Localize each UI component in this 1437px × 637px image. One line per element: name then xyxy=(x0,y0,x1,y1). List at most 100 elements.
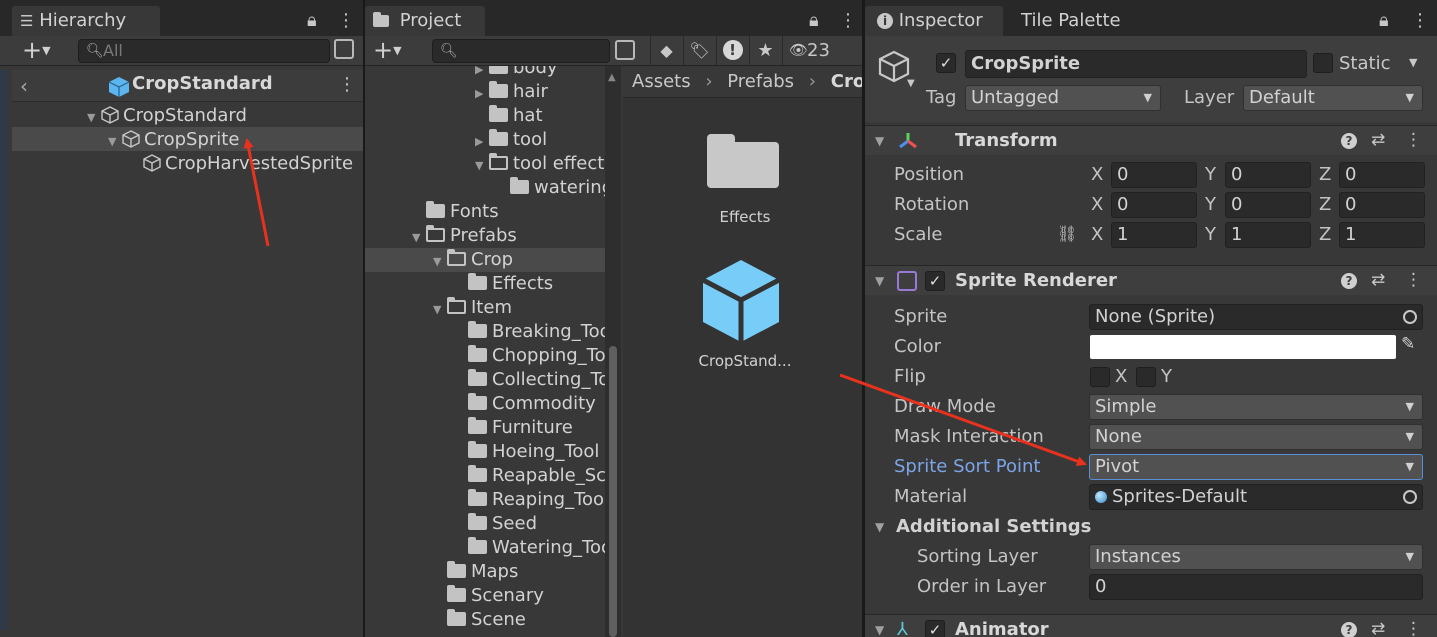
search-options-icon[interactable] xyxy=(615,40,635,60)
console-warning-icon[interactable]: ! xyxy=(716,36,748,65)
transform-position-z-field[interactable]: 0 xyxy=(1339,162,1425,188)
folder-tree-item[interactable]: Collecting_Tool xyxy=(365,368,605,392)
expand-arrow-down-icon[interactable]: ▼ xyxy=(412,226,426,250)
material-object-field[interactable]: Sprites-Default xyxy=(1089,484,1423,510)
filter-by-type-icon[interactable]: ◆ xyxy=(650,36,682,65)
folder-tree-item[interactable]: Reaping_Tool xyxy=(365,488,605,512)
axis-x-label[interactable]: X xyxy=(1091,192,1103,218)
hierarchy-item[interactable]: ▼ CropStandard xyxy=(12,103,363,127)
flip-x-checkbox[interactable] xyxy=(1090,367,1110,387)
foldout-arrow-icon[interactable]: ▼ xyxy=(875,134,884,148)
inspector-tab[interactable]: i Inspector xyxy=(865,6,1003,36)
folder-tree-item[interactable]: watering xyxy=(365,176,605,200)
back-arrow-icon[interactable]: ‹ xyxy=(20,74,28,98)
additional-settings-foldout-icon[interactable]: ▼ xyxy=(875,520,884,534)
folder-tree-item[interactable]: ▼ Prefabs xyxy=(365,224,605,248)
static-checkbox[interactable] xyxy=(1313,53,1333,73)
axis-z-label[interactable]: Z xyxy=(1319,162,1331,188)
folder-tree-item[interactable]: ▼ Crop xyxy=(365,248,605,272)
hierarchy-item[interactable]: CropHarvestedSprite xyxy=(12,151,363,175)
transform-scale-y-field[interactable]: 1 xyxy=(1225,222,1311,248)
animator-header[interactable]: ▼ ⅄ ✓ Animator ? ⇄ ⋮ xyxy=(865,614,1437,637)
sprite-sort-point-dropdown[interactable]: Pivot ▼ xyxy=(1089,454,1423,480)
folder-tree-item[interactable]: Fonts xyxy=(365,200,605,224)
transform-scale-z-field[interactable]: 1 xyxy=(1339,222,1425,248)
flip-y-checkbox[interactable] xyxy=(1136,367,1156,387)
axis-x-label[interactable]: X xyxy=(1091,162,1103,188)
animator-enabled-checkbox[interactable]: ✓ xyxy=(925,620,945,637)
component-menu-icon[interactable]: ⋮ xyxy=(1405,130,1422,150)
folder-tree-item[interactable]: Chopping_Tool xyxy=(365,344,605,368)
project-tab[interactable]: Project xyxy=(365,6,485,36)
folder-tree-item[interactable]: Watering_Tool xyxy=(365,536,605,560)
axis-y-label[interactable]: Y xyxy=(1205,222,1216,248)
sprite-object-field[interactable]: None (Sprite) xyxy=(1089,304,1423,330)
folder-tree-item[interactable]: Breaking_Tool xyxy=(365,320,605,344)
mask-interaction-dropdown[interactable]: None ▼ xyxy=(1089,424,1423,450)
expand-arrow-right-icon[interactable]: ▶ xyxy=(475,130,489,154)
eyedropper-icon[interactable]: ✎ xyxy=(1401,334,1415,354)
expand-arrow-right-icon[interactable]: ▶ xyxy=(475,82,489,106)
component-menu-icon[interactable]: ⋮ xyxy=(1405,619,1422,637)
folder-tree-item[interactable]: Seed xyxy=(365,512,605,536)
folder-tree-item[interactable]: Commodity xyxy=(365,392,605,416)
folder-tree-item[interactable]: ▶ tool xyxy=(365,128,605,152)
folder-tree-item[interactable]: Reapable_Scenery xyxy=(365,464,605,488)
folder-tree-item[interactable]: Effects xyxy=(365,272,605,296)
additional-settings-title[interactable]: Additional Settings xyxy=(896,512,1091,542)
object-picker-icon[interactable] xyxy=(1403,490,1417,504)
folder-tree-item[interactable]: ▶ body xyxy=(365,66,605,80)
tile-palette-tab[interactable]: Tile Palette xyxy=(1013,6,1143,36)
active-checkbox[interactable]: ✓ xyxy=(936,53,956,73)
tag-dropdown[interactable]: Untagged ▼ xyxy=(965,85,1161,111)
favorites-star-icon[interactable]: ★ xyxy=(749,36,781,65)
hierarchy-search-input[interactable]: 🔍︎ All xyxy=(78,39,330,63)
help-icon[interactable]: ? xyxy=(1341,130,1357,150)
breadcrumb-item-prefabs[interactable]: Prefabs xyxy=(727,71,794,92)
folder-tree-item[interactable]: ▼ Item xyxy=(365,296,605,320)
lock-icon[interactable]: 🔒︎ xyxy=(809,10,819,31)
folder-tree-item[interactable]: Scenary xyxy=(365,584,605,608)
transform-scale-x-field[interactable]: 1 xyxy=(1111,222,1197,248)
scroll-up-arrow-icon[interactable]: ▲ xyxy=(608,72,616,83)
transform-rotation-y-field[interactable]: 0 xyxy=(1225,192,1311,218)
icon-dropdown-caret[interactable]: ▼ xyxy=(907,78,915,89)
lock-icon[interactable]: 🔒︎ xyxy=(1379,10,1389,31)
expand-arrow-down-icon[interactable]: ▼ xyxy=(433,250,447,274)
search-options-icon[interactable] xyxy=(334,39,354,59)
static-dropdown-caret[interactable]: ▼ xyxy=(1409,56,1417,69)
expand-arrow-down-icon[interactable]: ▼ xyxy=(475,154,489,178)
scene-menu-icon[interactable]: ⋮ xyxy=(338,74,356,95)
folder-tree-item[interactable]: Furniture xyxy=(365,416,605,440)
folder-tree-item[interactable]: hat xyxy=(365,104,605,128)
filter-by-label-icon[interactable]: 🏷︎ xyxy=(683,36,715,65)
create-asset-button[interactable]: +▼ xyxy=(373,38,402,63)
foldout-arrow-icon[interactable]: ▼ xyxy=(875,623,884,637)
hidden-packages-toggle[interactable]: 👁︎ 23 xyxy=(782,36,862,65)
more-menu-icon[interactable]: ⋮ xyxy=(1411,10,1429,31)
transform-rotation-z-field[interactable]: 0 xyxy=(1339,192,1425,218)
draw-mode-dropdown[interactable]: Simple ▼ xyxy=(1089,394,1423,420)
constrain-proportions-icon[interactable]: ⛓ xyxy=(1057,224,1077,243)
axis-z-label[interactable]: Z xyxy=(1319,222,1331,248)
more-menu-icon[interactable]: ⋮ xyxy=(839,10,857,31)
object-name-field[interactable]: CropSprite xyxy=(965,50,1307,78)
folder-tree-item[interactable]: ▶ hair xyxy=(365,80,605,104)
layer-dropdown[interactable]: Default ▼ xyxy=(1243,85,1423,111)
asset-effects-folder[interactable]: Effects xyxy=(685,128,805,238)
foldout-arrow-icon[interactable]: ▼ xyxy=(875,274,884,288)
transform-header[interactable]: ▼ Transform ? ⇄ ⋮ xyxy=(865,125,1437,155)
preset-sliders-icon[interactable]: ⇄ xyxy=(1371,270,1385,290)
sorting-layer-dropdown[interactable]: Instances ▼ xyxy=(1089,544,1423,570)
transform-position-y-field[interactable]: 0 xyxy=(1225,162,1311,188)
add-object-button[interactable]: +▼ xyxy=(22,38,51,63)
axis-z-label[interactable]: Z xyxy=(1319,192,1331,218)
help-icon[interactable]: ? xyxy=(1341,619,1357,637)
breadcrumb-item-assets[interactable]: Assets xyxy=(632,71,691,92)
hierarchy-tab[interactable]: ☰ Hierarchy xyxy=(12,6,160,36)
folder-tree-item[interactable]: Scene xyxy=(365,608,605,632)
preset-sliders-icon[interactable]: ⇄ xyxy=(1371,619,1385,637)
sprite-renderer-header[interactable]: ▼ ✓ Sprite Renderer ? ⇄ ⋮ xyxy=(865,265,1437,295)
component-menu-icon[interactable]: ⋮ xyxy=(1405,270,1422,290)
breadcrumb-item-crop[interactable]: Crop xyxy=(831,71,862,92)
